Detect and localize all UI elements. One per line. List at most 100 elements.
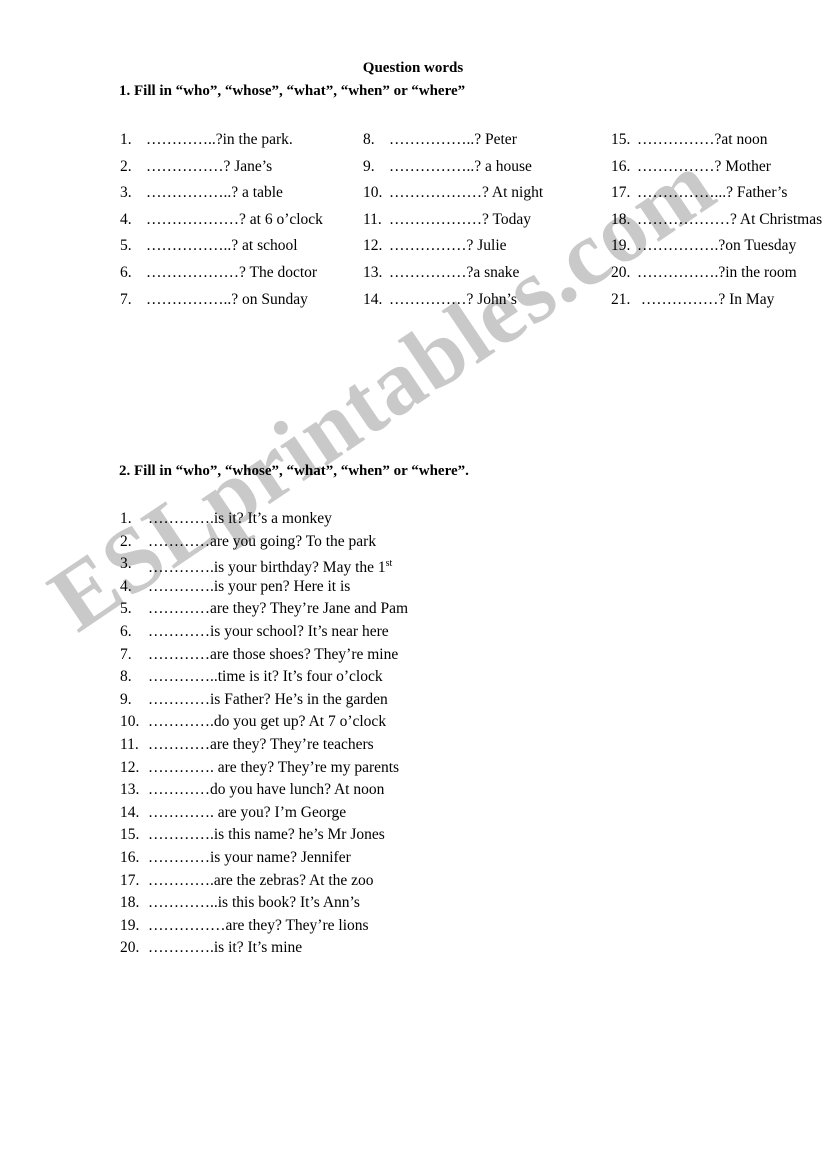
- list-item: 8. …………..time is it? It’s four o’clock: [120, 666, 760, 689]
- list-item: 7. …………are those shoes? They’re mine: [120, 644, 760, 667]
- question-text: …………….?on Tuesday: [637, 237, 797, 255]
- question-text: ………………? The doctor: [146, 263, 318, 281]
- list-item-text: …………is Father? He’s in the garden: [120, 689, 388, 712]
- question-item: 21. ……………? In May: [611, 288, 826, 313]
- question-text: ……………..? a house: [389, 157, 532, 175]
- question-number: 6.: [120, 263, 132, 281]
- list-item-text: ………….is your pen? Here it is: [120, 576, 350, 599]
- question-number: 15.: [611, 131, 631, 148]
- section-1-columns: 1. …………..?in the park. 2. ……………? Jane’s 3. ………: [0, 128, 826, 448]
- list-item-text: …………. are you? I’m George: [120, 802, 346, 825]
- list-item-number: 18.: [120, 894, 140, 912]
- question-item: 12. ……………? Julie: [363, 234, 603, 259]
- list-item-main-text: …………are you going? To the park: [148, 532, 377, 550]
- list-item: 20. ………….is it? It’s mine: [120, 937, 760, 960]
- question-item: 1. …………..?in the park.: [120, 128, 360, 153]
- question-text: ……………? Mother: [637, 157, 771, 175]
- list-item-number: 15.: [120, 826, 140, 844]
- list-item: 2. …………are you going? To the park: [120, 531, 760, 554]
- list-item-number: 11.: [120, 735, 139, 753]
- question-number: 2.: [120, 157, 132, 175]
- list-item-main-text: ………….is it? It’s a monkey: [148, 510, 332, 527]
- section-1-column-3: 15. ……………?at noon 16. ……………? Mother 17. ………………: [611, 128, 826, 314]
- list-item-text: …………is your name? Jennifer: [120, 847, 351, 870]
- list-item-main-text: …………do you have lunch? At noon: [148, 781, 385, 799]
- worksheet-page: ESLprintables.com Question words 1. Fill…: [0, 0, 826, 1169]
- question-text: ……………?a snake: [389, 263, 520, 281]
- list-item: 6. …………is your school? It’s near here: [120, 621, 760, 644]
- question-text: …………….?in the room: [637, 263, 797, 281]
- question-item: 2. ……………? Jane’s: [120, 155, 360, 180]
- question-number: 4.: [120, 210, 132, 228]
- question-text: ……………? Jane’s: [146, 157, 273, 175]
- list-item-text: ………….do you get up? At 7 o’clock: [120, 711, 386, 734]
- list-item-number: 14.: [120, 803, 140, 821]
- list-item-main-text: …………..time is it? It’s four o’clock: [148, 668, 383, 686]
- list-item-text: ………….is it? It’s a monkey: [120, 508, 332, 531]
- list-item-main-text: ………….are the zebras? At the zoo: [148, 871, 374, 889]
- list-item: 10. ………….do you get up? At 7 o’clock: [120, 711, 760, 734]
- list-item-number: 10.: [120, 713, 140, 731]
- question-item: 5. ……………..? at school: [120, 234, 360, 259]
- list-item-main-text: ……………are they? They’re lions: [148, 916, 369, 934]
- list-item-main-text: …………. are they? They’re my parents: [148, 758, 400, 776]
- list-item-text: …………do you have lunch? At noon: [120, 779, 384, 802]
- list-item-main-text: ………….is your birthday? May the 1: [148, 559, 386, 577]
- list-item-text: …………is your school? It’s near here: [120, 621, 389, 644]
- question-item: 6. ………………? The doctor: [120, 261, 360, 286]
- list-item-number: 9.: [120, 690, 132, 708]
- list-item: 1. ………….is it? It’s a monkey: [120, 508, 760, 531]
- list-item-text: …………..time is it? It’s four o’clock: [120, 666, 383, 689]
- question-item: 14. ……………? John’s: [363, 288, 603, 313]
- question-item: 9. ……………..? a house: [363, 155, 603, 180]
- list-item-main-text: …………..is this book? It’s Ann’s: [148, 894, 360, 912]
- list-item-text: ………….are the zebras? At the zoo: [120, 870, 374, 893]
- list-item: 12. …………. are they? They’re my parents: [120, 757, 760, 780]
- list-item-text: ………….is this name? he’s Mr Jones: [120, 824, 385, 847]
- list-item-main-text: ………….do you get up? At 7 o’clock: [148, 713, 387, 731]
- list-item: 19. ……………are they? They’re lions: [120, 915, 760, 938]
- question-text: ………………? Today: [389, 210, 531, 228]
- list-item-text: …………are you going? To the park: [120, 531, 376, 554]
- list-item-text: ……………are they? They’re lions: [120, 915, 369, 938]
- question-number: 8.: [363, 131, 375, 148]
- list-item: 11. …………are they? They’re teachers: [120, 734, 760, 757]
- question-text: ……………..? a table: [146, 184, 283, 202]
- list-item-text: …………. are they? They’re my parents: [120, 757, 399, 780]
- question-item: 3. ……………..? a table: [120, 181, 360, 206]
- list-item-main-text: …………are those shoes? They’re mine: [148, 645, 399, 663]
- question-number: 13.: [363, 263, 383, 281]
- question-number: 19.: [611, 237, 631, 255]
- question-text: ……………..? Peter: [389, 131, 517, 148]
- list-item-text: …………are those shoes? They’re mine: [120, 644, 398, 667]
- list-item: 17. ………….are the zebras? At the zoo: [120, 870, 760, 893]
- question-text: ……………? John’s: [389, 290, 517, 308]
- question-number: 1.: [120, 131, 132, 148]
- question-number: 21.: [611, 290, 631, 308]
- list-item-number: 3.: [120, 555, 132, 573]
- list-item: 5. …………are they? They’re Jane and Pam: [120, 598, 760, 621]
- question-text: ……………..? on Sunday: [146, 290, 308, 308]
- question-item: 4. ………………? at 6 o’clock: [120, 208, 360, 233]
- question-text: ………………? At Christmas: [637, 210, 823, 228]
- list-item-number: 17.: [120, 871, 140, 889]
- list-item-main-text: …………. are you? I’m George: [148, 803, 347, 821]
- list-item-number: 12.: [120, 758, 140, 776]
- question-number: 14.: [363, 290, 383, 308]
- list-item-main-text: …………is your name? Jennifer: [148, 848, 351, 866]
- question-number: 7.: [120, 290, 132, 308]
- list-item: 13. …………do you have lunch? At noon: [120, 779, 760, 802]
- list-item-number: 1.: [120, 510, 132, 527]
- list-item: 16. …………is your name? Jennifer: [120, 847, 760, 870]
- list-item-number: 13.: [120, 781, 140, 799]
- question-number: 9.: [363, 157, 375, 175]
- question-item: 7. ……………..? on Sunday: [120, 288, 360, 313]
- list-item-main-text: ………….is your pen? Here it is: [148, 577, 351, 595]
- list-item-text: …………are they? They’re Jane and Pam: [120, 598, 408, 621]
- question-number: 16.: [611, 157, 631, 175]
- list-item-main-text: ………….is this name? he’s Mr Jones: [148, 826, 385, 844]
- list-item-text: …………..is this book? It’s Ann’s: [120, 892, 360, 915]
- question-number: 20.: [611, 263, 631, 281]
- question-item: 8. ……………..? Peter: [363, 128, 603, 153]
- question-item: 16. ……………? Mother: [611, 155, 826, 180]
